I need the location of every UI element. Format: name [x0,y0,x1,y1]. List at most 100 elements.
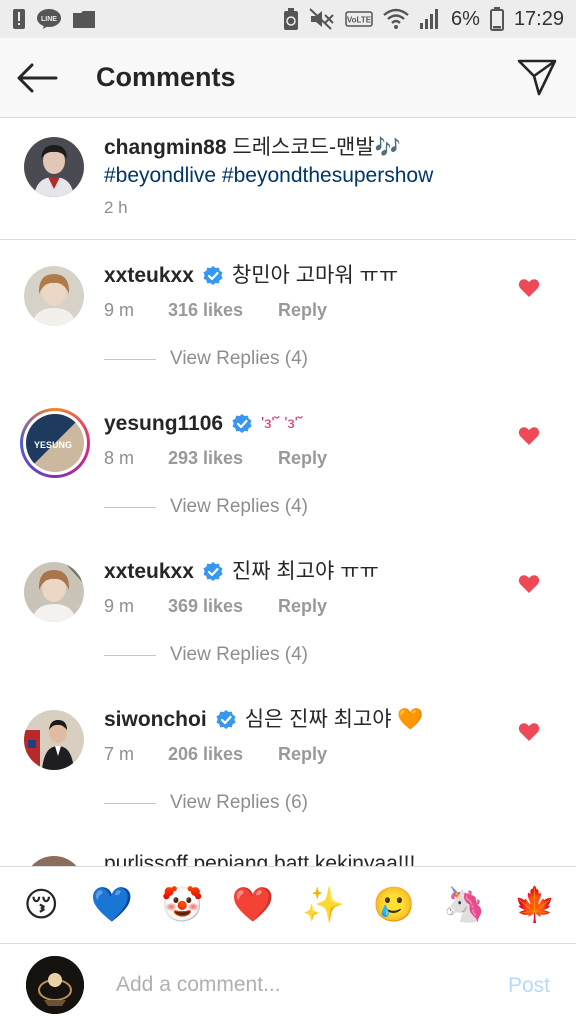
avatar-story-ring[interactable]: YESUNG [20,408,90,478]
caption-body: 드레스코드-맨발🎶 [232,136,401,159]
comment-timestamp: 9 m [104,596,135,616]
divider [104,654,156,656]
emoji-clown-button[interactable]: 🤡 [160,883,204,927]
battery-icon [489,7,504,31]
avatar-logo-label: YESUNG [34,440,72,450]
avatar[interactable] [24,562,84,622]
paper-plane-icon [517,59,557,96]
view-replies-link[interactable]: View Replies (4) [104,496,308,518]
caption-timestamp: 2 h [104,198,128,217]
share-button[interactable] [516,56,558,98]
like-heart-icon[interactable] [518,574,540,596]
comment-item: xxteukxx 창민아 고마워 ㅠㅠ 9 m 316 likes Reply … [0,240,576,388]
comment-item: YESUNG yesung1106 'з'˘ 'з'˘ 8 m 293 like… [0,388,576,536]
status-bar-left: LINE [12,8,96,30]
caption-hashtags[interactable]: #beyondlive #beyondthesupershow [104,164,433,187]
page-title: Comments [96,62,236,92]
back-button[interactable] [16,58,60,98]
comment-username[interactable]: yesung1106 [104,410,223,438]
view-replies-label: View Replies (4) [170,496,308,517]
comment-timestamp: 9 m [104,300,135,320]
recycle-icon [283,7,299,31]
comment-username[interactable]: siwonchoi [104,706,207,734]
status-bar: LINE VoLTE 6% 17:29 [0,0,576,38]
emoji-red-heart-button[interactable]: ❤️ [231,883,275,927]
quick-emoji-bar: 😚 💙 🤡 ❤️ ✨ 🥲 🦄 🍁 [0,866,576,944]
post-button[interactable]: Post [508,974,550,998]
divider [104,358,156,360]
comment-likes[interactable]: 206 likes [168,744,278,765]
view-replies-label: View Replies (4) [170,644,308,665]
post-caption: changmin88 드레스코드-맨발🎶 #beyondlive #beyond… [0,118,576,240]
avatar[interactable] [24,710,84,770]
avatar [26,956,84,1014]
verified-badge-icon [231,413,253,435]
comment-meta: 8 m 293 likes Reply [104,448,327,469]
comment-text: 심은 진짜 최고야 🧡 [244,708,424,731]
gallery-icon [72,9,96,29]
reply-button[interactable]: Reply [278,300,327,321]
view-replies-link[interactable]: View Replies (4) [104,644,308,666]
like-heart-icon[interactable] [518,722,540,744]
comment-input[interactable] [116,970,476,1000]
arrow-left-icon [17,63,58,93]
view-replies-link[interactable]: View Replies (4) [104,348,308,370]
top-app-bar: Comments [0,38,576,118]
divider [104,506,156,508]
alert-icon [12,8,26,30]
avatar[interactable] [24,266,84,326]
comment-meta: 9 m 369 likes Reply [104,596,327,617]
avatar[interactable] [24,137,84,197]
emoji-unicorn-button[interactable]: 🦄 [442,883,486,927]
like-heart-icon[interactable] [518,426,540,448]
emoji-kissing-button[interactable]: 😚 [19,883,63,927]
line-app-icon: LINE [36,8,62,30]
emoji-blue-heart-button[interactable]: 💙 [90,883,134,927]
comment-likes[interactable]: 369 likes [168,596,278,617]
verified-badge-icon [202,265,224,287]
comment-likes[interactable]: 316 likes [168,300,278,321]
reply-button[interactable]: Reply [278,448,327,469]
comment-username[interactable]: xxteukxx [104,558,194,586]
comment-line: xxteukxx 진짜 최고야 ㅠㅠ [104,558,379,586]
emoji-sparkles-button[interactable]: ✨ [301,883,345,927]
comment-timestamp: 7 m [104,744,135,764]
signal-icon [419,8,441,30]
comment-meta: 7 m 206 likes Reply [104,744,327,765]
emoji-maple-leaf-button[interactable]: 🍁 [513,883,557,927]
view-replies-label: View Replies (6) [170,792,308,813]
emoji-tear-button[interactable]: 🥲 [372,883,416,927]
comment-line: xxteukxx 창민아 고마워 ㅠㅠ [104,262,398,290]
comment-item: siwonchoi 심은 진짜 최고야 🧡 7 m 206 likes Repl… [0,684,576,832]
status-bar-right: VoLTE 6% 17:29 [283,7,564,31]
comment-meta: 9 m 316 likes Reply [104,300,327,321]
view-replies-label: View Replies (4) [170,348,308,369]
clock: 17:29 [513,7,564,30]
comment-text: 창민아 고마워 ㅠㅠ [231,264,399,287]
caption-username[interactable]: changmin88 [104,136,227,159]
comment-likes[interactable]: 293 likes [168,448,278,469]
comment-username[interactable]: xxteukxx [104,262,194,290]
comment-timestamp: 8 m [104,448,135,468]
comment-line: siwonchoi 심은 진짜 최고야 🧡 [104,706,424,734]
like-heart-icon[interactable] [518,278,540,300]
verified-badge-icon [215,709,237,731]
comment-text: 'з'˘ 'з'˘ [261,415,304,432]
comment-text: 진짜 최고야 ㅠㅠ [231,560,379,583]
reply-button[interactable]: Reply [278,596,327,617]
comment-line: yesung1106 'з'˘ 'з'˘ [104,410,303,438]
caption-text: changmin88 드레스코드-맨발🎶 #beyondlive #beyond… [104,134,554,190]
view-replies-link[interactable]: View Replies (6) [104,792,308,814]
comment-composer: Post [0,944,576,1024]
divider [104,802,156,804]
mute-icon [309,8,335,30]
comment-item: xxteukxx 진짜 최고야 ㅠㅠ 9 m 369 likes Reply V… [0,536,576,684]
verified-badge-icon [202,561,224,583]
reply-button[interactable]: Reply [278,744,327,765]
battery-percent: 6% [451,7,480,30]
svg-text:LINE: LINE [41,16,57,23]
avatar: YESUNG [26,414,84,472]
volte-icon: VoLTE [345,11,373,27]
svg-text:VoLTE: VoLTE [347,16,372,25]
wifi-icon [383,8,409,30]
